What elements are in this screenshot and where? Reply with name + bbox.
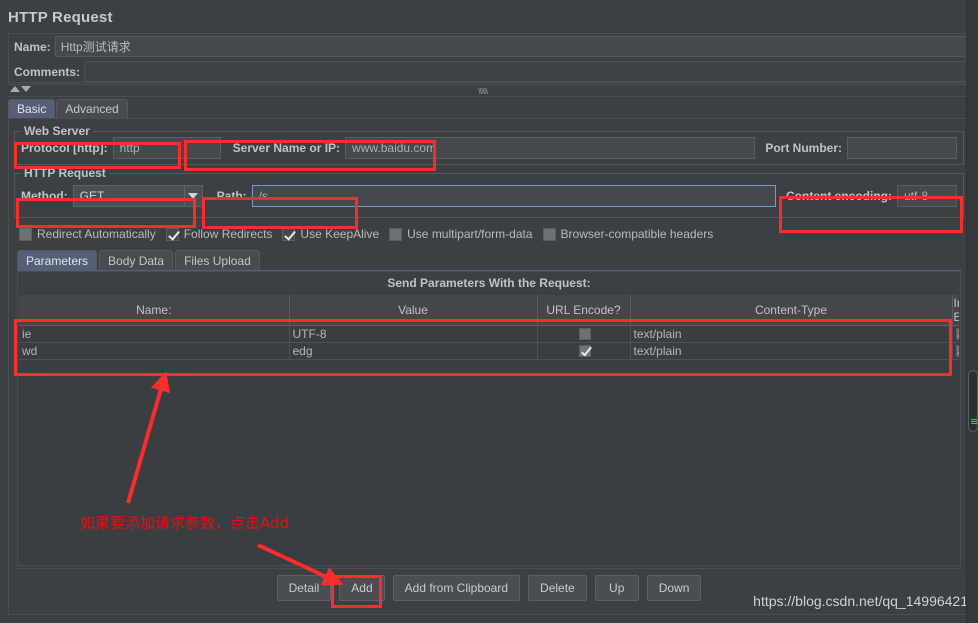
path-label: Path: (216, 188, 247, 203)
column-header-value[interactable]: Value (289, 295, 538, 326)
basic-tab-content: Web Server Protocol [http]: http Server … (8, 118, 970, 615)
splitter-arrows[interactable] (10, 86, 31, 92)
server-name-label: Server Name or IP: (232, 141, 341, 155)
content-encoding-label: Content encoding: (786, 188, 892, 203)
panel-title-bar: HTTP Request (8, 4, 970, 30)
top-tabbar: Basic Advanced (8, 99, 970, 118)
annotation-note: 如果要添加请求参数，点击Add (80, 514, 290, 532)
comments-input[interactable] (84, 61, 967, 82)
protocol-label: Protocol [http]: (21, 141, 108, 155)
name-row: Name: Http测试请求 (9, 34, 969, 59)
up-button[interactable]: Up (594, 574, 639, 601)
table-header-row: Name: Value URL Encode? Content-Type Inc… (19, 295, 959, 326)
method-label: Method: (21, 188, 68, 203)
watermark-text: https://blog.csdn.net/qq_14996421 (753, 593, 968, 609)
cell-value[interactable]: UTF-8 (289, 325, 538, 343)
checkbox-box[interactable] (282, 227, 296, 241)
checkbox-follow-redirects[interactable]: Follow Redirects (165, 227, 273, 241)
scrollbar-thumb[interactable] (968, 370, 978, 432)
cell-url-encode[interactable] (537, 342, 631, 360)
checkbox-box[interactable] (542, 227, 556, 241)
column-header-content-type[interactable]: Content-Type (630, 295, 953, 326)
http-request-group: HTTP Request Method: GET Path: /s Conten… (14, 166, 964, 218)
checkbox-label: Redirect Automatically (37, 227, 156, 241)
add-from-clipboard-button[interactable]: Add from Clipboard (392, 574, 521, 601)
cell-url-encode[interactable] (537, 325, 631, 343)
element-meta-panel: Name: Http测试请求 Comments: (8, 33, 970, 83)
checkbox-use-keepalive[interactable]: Use KeepAlive (282, 227, 379, 241)
content-encoding-input[interactable]: utf-8 (897, 184, 957, 207)
include-equals-checkbox[interactable] (955, 328, 959, 340)
send-parameters-caption: Send Parameters With the Request: (387, 276, 591, 290)
vertical-scrollbar[interactable] (966, 0, 978, 623)
parameters-table: Name: Value URL Encode? Content-Type Inc… (19, 295, 959, 360)
web-server-fields: Protocol [http]: http Server Name or IP:… (15, 132, 963, 164)
path-input[interactable]: /s (251, 184, 777, 207)
chevron-down-icon[interactable] (183, 185, 202, 206)
checkbox-box[interactable] (389, 227, 403, 241)
name-label: Name: (14, 39, 51, 54)
request-options-row: Redirect Automatically Follow Redirects … (19, 224, 959, 244)
cell-value[interactable]: edg (289, 342, 538, 360)
page-title: HTTP Request (8, 8, 113, 26)
http-request-fields: Method: GET Path: /s Content encoding: u… (15, 174, 963, 217)
table-row[interactable]: ie UTF-8 text/plain (19, 325, 959, 343)
column-header-name[interactable]: Name: (19, 295, 290, 326)
name-input[interactable]: Http测试请求 (54, 36, 967, 57)
checkbox-box[interactable] (165, 227, 179, 241)
comments-row: Comments: (9, 59, 969, 84)
url-encode-checkbox[interactable] (578, 328, 591, 340)
column-header-include-equals[interactable]: Include Equals? (952, 295, 959, 326)
checkbox-use-multipart-form-data[interactable]: Use multipart/form-data (389, 227, 533, 241)
port-number-label: Port Number: (765, 141, 842, 155)
delete-button[interactable]: Delete (528, 574, 587, 601)
jmeter-http-request-screen: HTTP Request Name: Http测试请求 Comments: \\… (0, 0, 978, 623)
collapse-up-icon[interactable] (10, 86, 20, 92)
checkbox-label: Use KeepAlive (300, 227, 380, 241)
cell-content-type[interactable]: text/plain (630, 342, 953, 360)
column-header-url-encode[interactable]: URL Encode? (537, 295, 631, 326)
comments-label: Comments: (14, 64, 81, 79)
port-number-input[interactable] (847, 137, 957, 159)
tab-basic[interactable]: Basic (8, 99, 56, 118)
server-name-input[interactable]: www.baidu.com (345, 137, 756, 159)
cell-name[interactable]: wd (19, 342, 290, 360)
protocol-input[interactable]: http (112, 137, 221, 159)
panel-splitter[interactable]: \\\\\\ (8, 84, 970, 97)
tab-files-upload[interactable]: Files Upload (175, 250, 260, 270)
checkbox-label: Use multipart/form-data (407, 227, 533, 241)
web-server-group: Web Server Protocol [http]: http Server … (14, 124, 964, 165)
cell-name[interactable]: ie (19, 325, 290, 343)
scrollbar-grip-icon (971, 419, 977, 425)
checkbox-redirect-automatically[interactable]: Redirect Automatically (19, 227, 156, 241)
include-equals-checkbox[interactable] (955, 345, 959, 357)
cell-include-equals[interactable] (952, 342, 959, 360)
collapse-down-icon[interactable] (21, 86, 31, 92)
checkbox-browser-compatible-headers[interactable]: Browser-compatible headers (542, 227, 714, 241)
checkbox-label: Follow Redirects (183, 227, 273, 241)
splitter-grip-icon[interactable]: \\\\\\ (478, 88, 500, 95)
table-row[interactable]: wd edg text/plain (19, 342, 959, 360)
down-button[interactable]: Down (646, 574, 702, 601)
detail-button[interactable]: Detail (276, 574, 332, 601)
tab-advanced[interactable]: Advanced (56, 99, 128, 118)
add-button[interactable]: Add (339, 574, 385, 601)
parameters-tabbar: Parameters Body Data Files Upload (17, 250, 961, 271)
method-combobox[interactable]: GET (72, 184, 203, 207)
cell-include-equals[interactable] (952, 325, 959, 343)
tab-body-data[interactable]: Body Data (99, 250, 174, 270)
checkbox-box[interactable] (19, 227, 32, 241)
method-value: GET (79, 188, 105, 203)
url-encode-checkbox[interactable] (578, 345, 591, 357)
cell-content-type[interactable]: text/plain (630, 325, 953, 343)
checkbox-label: Browser-compatible headers (560, 227, 714, 241)
tab-parameters[interactable]: Parameters (17, 250, 98, 270)
